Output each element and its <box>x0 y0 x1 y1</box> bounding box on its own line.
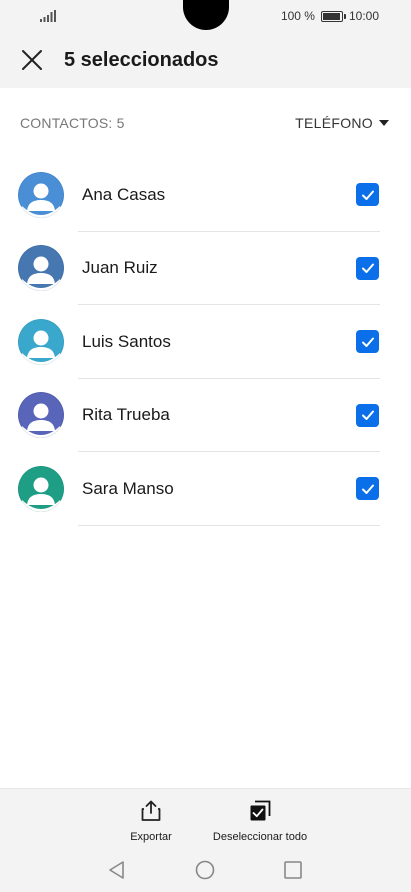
contact-row[interactable]: Juan Ruiz <box>0 232 411 305</box>
checkbox-checked-icon <box>361 337 374 347</box>
checkbox-checked-icon <box>361 190 374 200</box>
contact-row[interactable]: Luis Santos <box>0 305 411 379</box>
deselect-all-icon <box>250 800 271 821</box>
battery-icon <box>320 10 346 22</box>
contact-checkbox[interactable] <box>356 477 379 501</box>
list-header: CONTACTOS: 5 TELÉFONO <box>0 88 411 158</box>
clock: 10:00 <box>348 9 379 23</box>
contact-name: Luis Santos <box>82 331 171 351</box>
status-bar: 100 % 10:00 <box>0 0 411 32</box>
contact-name: Sara Manso <box>82 478 174 498</box>
bottom-action-bar: Exportar Deseleccionar todo <box>0 788 411 848</box>
row-divider <box>78 524 380 526</box>
page-title: 5 seleccionados <box>64 48 219 71</box>
contact-row[interactable]: Rita Trueba <box>0 379 411 452</box>
nav-home-icon[interactable] <box>194 859 216 881</box>
share-icon <box>141 800 161 821</box>
signal-icon <box>40 10 56 22</box>
contact-list-panel: CONTACTOS: 5 TELÉFONO Ana Casas Juan Rui… <box>0 88 411 788</box>
contact-row[interactable]: Sara Manso <box>0 452 411 526</box>
export-button[interactable]: Exportar <box>123 799 179 843</box>
battery-percent: 100 % <box>280 9 315 23</box>
contact-checkbox[interactable] <box>356 330 379 354</box>
deselect-all-label: Deseleccionar todo <box>212 831 308 843</box>
checkbox-checked-icon <box>361 410 374 421</box>
contact-name: Juan Ruiz <box>82 258 158 278</box>
contact-checkbox[interactable] <box>356 183 379 207</box>
sort-label: TELÉFONO <box>295 115 373 131</box>
contacts-count: CONTACTOS: 5 <box>20 115 125 131</box>
battery-fill <box>322 12 340 20</box>
contact-checkbox[interactable] <box>356 256 379 280</box>
avatar-icon <box>18 465 64 512</box>
avatar-icon <box>18 318 64 365</box>
close-icon <box>22 50 42 70</box>
system-nav-bar <box>0 848 411 892</box>
avatar-icon <box>18 392 64 439</box>
checkbox-checked-icon <box>361 263 374 274</box>
export-label: Exportar <box>130 831 172 843</box>
contact-row[interactable]: Ana Casas <box>0 158 411 232</box>
contact-name: Rita Trueba <box>82 405 170 425</box>
nav-back-icon[interactable] <box>106 859 128 881</box>
deselect-all-button[interactable]: Deseleccionar todo <box>205 799 315 843</box>
sort-dropdown[interactable]: TELÉFONO <box>295 115 389 131</box>
caret-down-icon <box>379 120 389 126</box>
avatar-icon <box>18 245 64 292</box>
nav-recents-icon[interactable] <box>282 859 304 881</box>
status-right: 100 % 10:00 <box>281 8 379 24</box>
contact-list: Ana Casas Juan Ruiz Luis Santos Rita Tru… <box>0 158 411 526</box>
contact-name: Ana Casas <box>82 184 166 204</box>
contact-checkbox[interactable] <box>356 403 379 427</box>
avatar-icon <box>18 171 64 218</box>
camera-notch <box>183 0 229 30</box>
selection-toolbar: 5 seleccionados <box>0 32 411 88</box>
close-button[interactable] <box>0 32 64 88</box>
checkbox-checked-icon <box>361 484 374 494</box>
